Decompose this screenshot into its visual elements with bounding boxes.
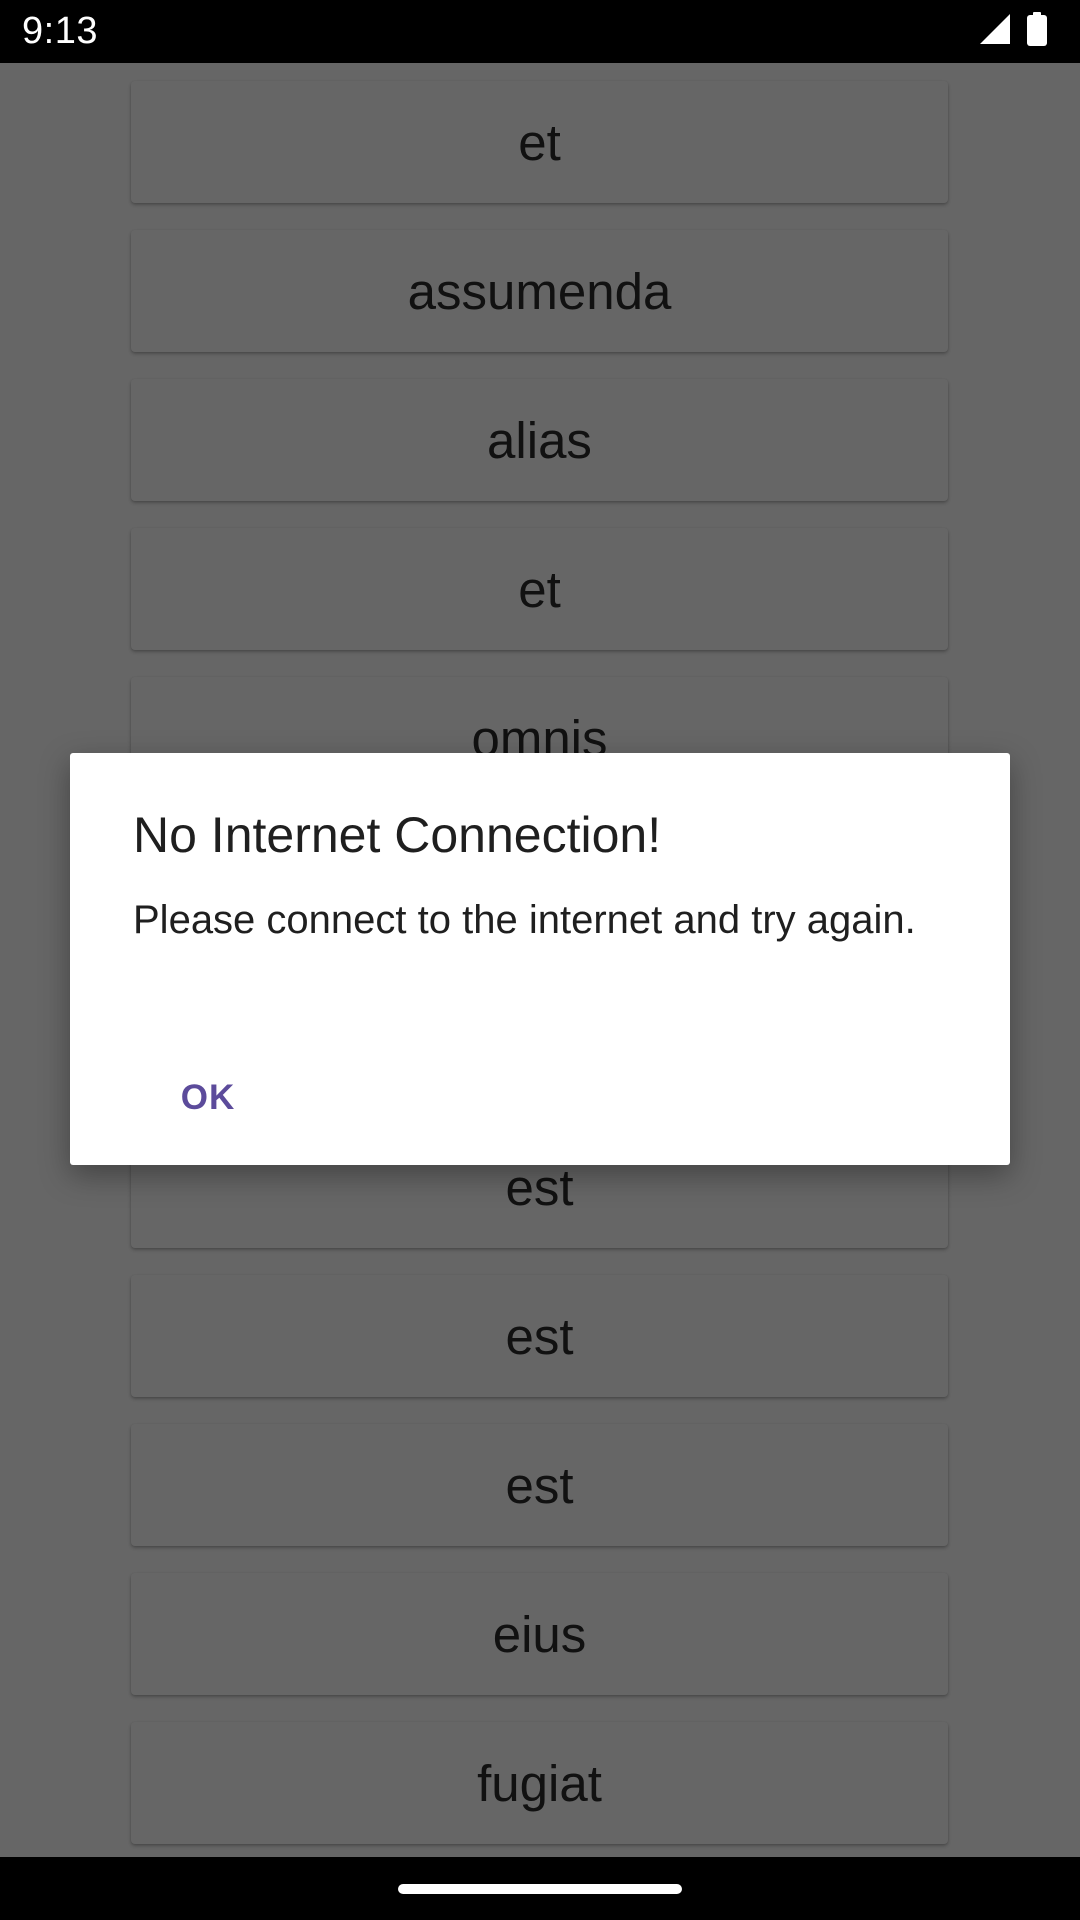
status-icons (978, 11, 1048, 51)
cellular-signal-icon (978, 12, 1012, 51)
navigation-bar (0, 1857, 1080, 1920)
status-time: 9:13 (22, 10, 98, 52)
dialog-message: Please connect to the internet and try a… (133, 898, 916, 942)
ok-button[interactable]: OK (163, 1063, 253, 1133)
battery-icon (1026, 11, 1048, 51)
status-bar: 9:13 (0, 0, 1080, 63)
home-handle[interactable] (398, 1884, 682, 1894)
no-internet-dialog: No Internet Connection! Please connect t… (70, 753, 1010, 1165)
dialog-title: No Internet Connection! (133, 807, 662, 863)
